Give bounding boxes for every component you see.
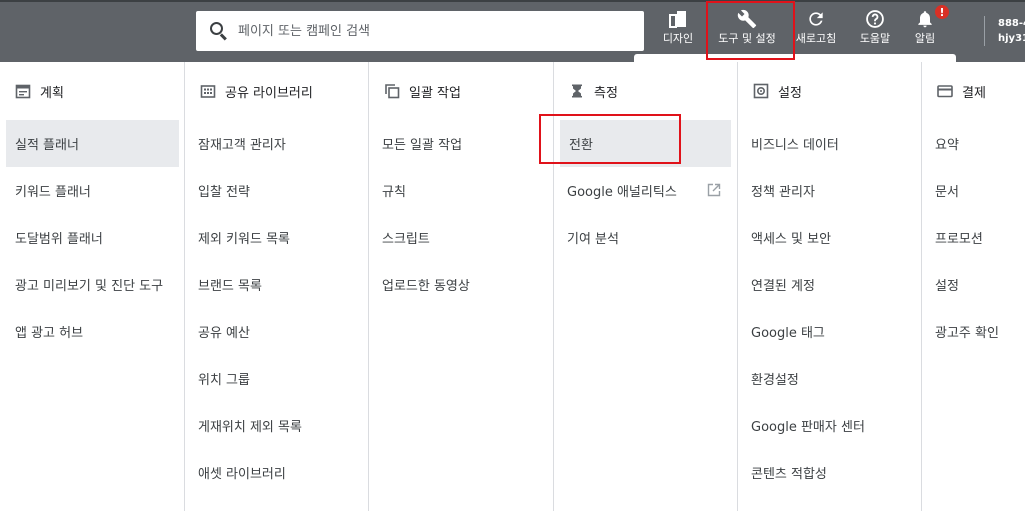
column-heading-label: 일괄 작업 <box>409 85 461 101</box>
menu-item-billing-summary[interactable]: 요약 <box>922 120 1025 167</box>
wrench-icon <box>736 8 758 30</box>
header-top-line <box>0 0 1025 2</box>
menu-item-policy-manager[interactable]: 정책 관리자 <box>738 167 921 214</box>
tools-mega-menu: 계획 실적 플래너 키워드 플래너 도달범위 플래너 광고 미리보기 및 진단 … <box>0 62 1025 511</box>
open-in-new-icon <box>707 183 721 197</box>
calendar-icon <box>15 83 31 99</box>
column-heading-label: 측정 <box>594 85 618 101</box>
column-heading: 설정 <box>738 62 921 120</box>
library-grid-icon <box>200 83 216 99</box>
tools-button-label: 도구 및 설정 <box>718 32 776 45</box>
menu-item-shared-budgets[interactable]: 공유 예산 <box>185 308 368 355</box>
refresh-button[interactable]: 새로고침 <box>790 8 842 54</box>
menu-item-google-analytics[interactable]: Google 애널리틱스 <box>554 167 737 214</box>
menu-item-audience-manager[interactable]: 잠재고객 관리자 <box>185 120 368 167</box>
settings-box-icon <box>753 83 769 99</box>
menu-item-access-and-security[interactable]: 액세스 및 보안 <box>738 214 921 261</box>
menu-item-preferences[interactable]: 환경설정 <box>738 355 921 402</box>
account-info[interactable]: 888-4 hjy31 <box>998 16 1025 46</box>
menu-item-location-groups[interactable]: 위치 그룹 <box>185 355 368 402</box>
menu-item-scripts[interactable]: 스크립트 <box>369 214 553 261</box>
help-icon <box>864 8 886 30</box>
menu-item-business-data[interactable]: 비즈니스 데이터 <box>738 120 921 167</box>
menu-item-linked-accounts[interactable]: 연결된 계정 <box>738 261 921 308</box>
help-button-label: 도움말 <box>859 32 891 45</box>
account-email: hjy31 <box>998 33 1025 44</box>
menu-column-shared-library: 공유 라이브러리 잠재고객 관리자 입찰 전략 제외 키워드 목록 브랜드 목록… <box>185 62 369 511</box>
design-button-label: 디자인 <box>662 32 694 45</box>
design-button[interactable]: 디자인 <box>656 8 700 54</box>
menu-item-attribution[interactable]: 기여 분석 <box>554 214 737 261</box>
column-heading-label: 설정 <box>778 85 802 101</box>
menu-item-ad-preview[interactable]: 광고 미리보기 및 진단 도구 <box>0 261 184 308</box>
column-heading: 측정 <box>554 62 737 120</box>
menu-column-measurement: 측정 전환 Google 애널리틱스 기여 분석 <box>554 62 738 511</box>
menu-column-planning: 계획 실적 플래너 키워드 플래너 도달범위 플래너 광고 미리보기 및 진단 … <box>0 62 185 511</box>
bell-icon: ! <box>914 4 950 30</box>
alert-badge: ! <box>934 4 950 20</box>
column-heading: 결제 <box>922 62 1025 120</box>
menu-item-asset-library[interactable]: 애셋 라이브러리 <box>185 449 368 496</box>
column-heading-label: 계획 <box>40 85 64 101</box>
menu-item-merchant-center[interactable]: Google 판매자 센터 <box>738 402 921 449</box>
menu-item-reach-planner[interactable]: 도달범위 플래너 <box>0 214 184 261</box>
menu-item-app-ads-hub[interactable]: 앱 광고 허브 <box>0 308 184 355</box>
search-input[interactable] <box>238 23 618 39</box>
header-divider <box>984 16 985 46</box>
menu-column-billing: 결제 요약 문서 프로모션 설정 광고주 확인 <box>922 62 1025 511</box>
credit-card-icon <box>937 83 953 99</box>
menu-item-google-tag[interactable]: Google 태그 <box>738 308 921 355</box>
menu-item-conversions[interactable]: 전환 <box>560 120 731 167</box>
design-icon <box>667 8 689 30</box>
menu-item-uploaded-videos[interactable]: 업로드한 동영상 <box>369 261 553 308</box>
menu-item-documents[interactable]: 문서 <box>922 167 1025 214</box>
refresh-button-label: 새로고침 <box>795 32 837 45</box>
tools-menu-tab <box>634 54 956 62</box>
menu-item-promotions[interactable]: 프로모션 <box>922 214 1025 261</box>
column-heading-label: 공유 라이브러리 <box>225 85 313 101</box>
top-header-bar: 디자인 도구 및 설정 새로고침 도움말 <box>0 0 1025 62</box>
column-heading: 일괄 작업 <box>369 62 553 120</box>
copy-layers-icon <box>384 83 400 99</box>
column-heading: 계획 <box>0 62 184 120</box>
refresh-icon <box>805 8 827 30</box>
menu-item-placement-exclusion-lists[interactable]: 게재위치 제외 목록 <box>185 402 368 449</box>
search-box[interactable] <box>196 11 644 51</box>
column-heading: 공유 라이브러리 <box>185 62 368 120</box>
menu-item-all-bulk-actions[interactable]: 모든 일괄 작업 <box>369 120 553 167</box>
menu-item-billing-settings[interactable]: 설정 <box>922 261 1025 308</box>
menu-item-advertiser-verification[interactable]: 광고주 확인 <box>922 308 1025 355</box>
help-button[interactable]: 도움말 <box>852 8 898 54</box>
menu-item-keyword-planner[interactable]: 키워드 플래너 <box>0 167 184 214</box>
account-id: 888-4 <box>998 18 1025 29</box>
search-icon <box>210 22 228 41</box>
alerts-button[interactable]: ! 알림 <box>906 4 950 54</box>
menu-item-rules[interactable]: 규칙 <box>369 167 553 214</box>
menu-item-content-suitability[interactable]: 콘텐츠 적합성 <box>738 449 921 496</box>
column-heading-label: 결제 <box>962 85 986 101</box>
menu-item-performance-planner[interactable]: 실적 플래너 <box>6 120 179 167</box>
menu-item-brand-lists[interactable]: 브랜드 목록 <box>185 261 368 308</box>
menu-item-negative-keyword-lists[interactable]: 제외 키워드 목록 <box>185 214 368 261</box>
menu-item-label: Google 애널리틱스 <box>567 185 677 200</box>
menu-column-bulk-actions: 일괄 작업 모든 일괄 작업 규칙 스크립트 업로드한 동영상 <box>369 62 554 511</box>
tools-and-settings-button[interactable]: 도구 및 설정 <box>716 8 778 54</box>
menu-column-setup: 설정 비즈니스 데이터 정책 관리자 액세스 및 보안 연결된 계정 Googl… <box>738 62 922 511</box>
alerts-button-label: 알림 <box>914 32 936 45</box>
hourglass-icon <box>569 83 585 99</box>
menu-item-bid-strategies[interactable]: 입찰 전략 <box>185 167 368 214</box>
